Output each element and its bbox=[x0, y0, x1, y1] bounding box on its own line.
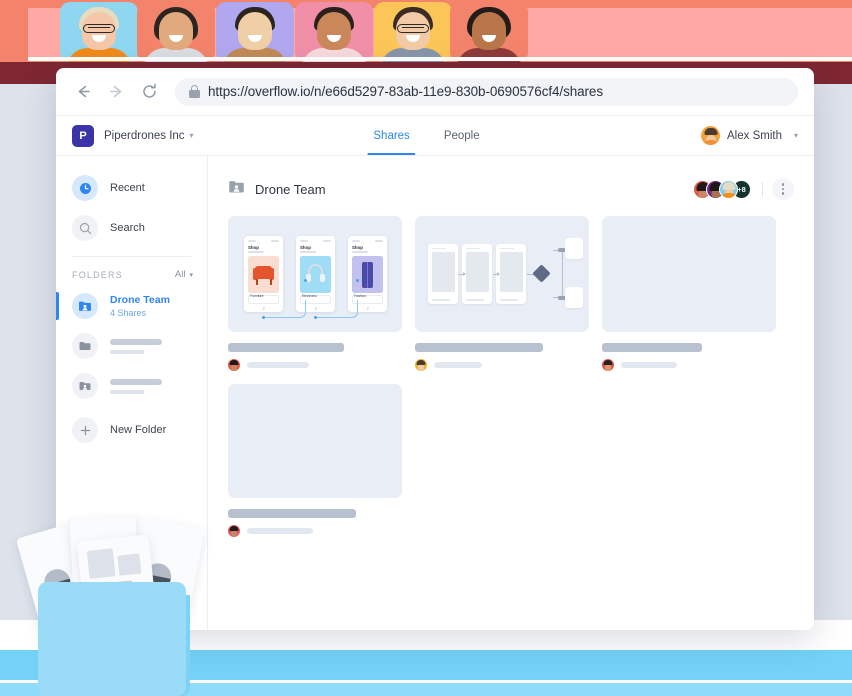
url-text: https://overflow.io/n/e66d5297-83ab-11e9… bbox=[208, 84, 603, 99]
workspace-badge[interactable]: P bbox=[72, 124, 94, 147]
share-title-placeholder bbox=[228, 509, 356, 518]
shop-screen-title: Shop bbox=[248, 245, 259, 250]
sidebar-item-search-label: Search bbox=[110, 222, 145, 234]
share-author-row bbox=[602, 359, 776, 371]
share-thumbnail-empty bbox=[228, 384, 402, 498]
sidebar-folder-texts: Drone Team 4 Shares bbox=[110, 293, 170, 320]
share-card[interactable] bbox=[415, 216, 589, 371]
share-author-row bbox=[228, 525, 402, 537]
search-icon bbox=[72, 215, 98, 241]
share-author-placeholder bbox=[247, 528, 313, 534]
banner-person bbox=[450, 2, 528, 62]
share-title-placeholder bbox=[415, 343, 543, 352]
page-title: Drone Team bbox=[255, 181, 326, 197]
forward-arrow-icon[interactable] bbox=[105, 81, 127, 103]
share-card[interactable]: Shop Furniture Shop Electronic Shop Fash… bbox=[228, 216, 402, 371]
content-header: Drone Team +8 bbox=[228, 172, 794, 206]
browser-toolbar: https://overflow.io/n/e66d5297-83ab-11e9… bbox=[56, 68, 814, 116]
members-avatar-group[interactable]: +8 bbox=[693, 179, 751, 199]
sidebar-folder-name: Drone Team bbox=[110, 293, 170, 306]
share-thumbnail-shop-flow: Shop Furniture Shop Electronic Shop Fash… bbox=[228, 216, 402, 332]
shares-grid: Shop Furniture Shop Electronic Shop Fash… bbox=[228, 216, 794, 537]
share-author-row bbox=[228, 359, 402, 371]
chevron-down-icon[interactable]: ▾ bbox=[190, 131, 194, 140]
sidebar-item-folder-placeholder[interactable] bbox=[56, 326, 207, 366]
share-author-placeholder bbox=[621, 362, 677, 368]
sidebar-folder-texts bbox=[110, 378, 162, 394]
avatar bbox=[602, 359, 614, 371]
glasses-icon bbox=[397, 24, 429, 33]
avatar bbox=[719, 179, 738, 199]
address-bar[interactable]: https://overflow.io/n/e66d5297-83ab-11e9… bbox=[175, 77, 798, 106]
folders-section-title: FOLDERS bbox=[72, 269, 123, 280]
sidebar-item-recent[interactable]: Recent bbox=[56, 168, 207, 208]
sidebar-folder-shares: 4 Shares bbox=[110, 307, 147, 318]
shared-folder-icon bbox=[72, 373, 98, 399]
content-area: Drone Team +8 Shop Furniture Shop Electr… bbox=[208, 156, 814, 630]
sidebar-item-folder-placeholder[interactable] bbox=[56, 366, 207, 406]
new-folder-label: New Folder bbox=[110, 424, 167, 436]
shared-folder-icon bbox=[228, 178, 245, 200]
user-name: Alex Smith bbox=[727, 129, 782, 142]
decision-node bbox=[532, 264, 551, 283]
folder-icon bbox=[72, 333, 98, 359]
share-card[interactable] bbox=[602, 216, 776, 371]
banner-person bbox=[137, 2, 215, 62]
back-arrow-icon[interactable] bbox=[72, 81, 94, 103]
screenshot-stage: https://overflow.io/n/e66d5297-83ab-11e9… bbox=[0, 0, 852, 696]
main-tabs: Shares People bbox=[367, 116, 480, 155]
share-author-placeholder bbox=[434, 362, 482, 368]
share-author-row bbox=[415, 359, 589, 371]
banner-person bbox=[216, 2, 294, 62]
glasses-icon bbox=[83, 24, 115, 33]
avatar bbox=[228, 359, 240, 371]
tab-people[interactable]: People bbox=[444, 116, 480, 155]
banner-person bbox=[295, 2, 373, 62]
shop-screen-title: Shop bbox=[300, 245, 311, 250]
sidebar-item-recent-label: Recent bbox=[110, 182, 145, 194]
shop-screen-button: Electronic bbox=[302, 294, 317, 298]
sidebar-item-search[interactable]: Search bbox=[56, 208, 207, 248]
banner-people-strip bbox=[0, 0, 852, 62]
share-thumbnail-wireframe-flow bbox=[415, 216, 589, 332]
shop-screen-button: Furniture bbox=[250, 294, 264, 298]
share-card[interactable] bbox=[228, 384, 402, 537]
lock-icon bbox=[189, 85, 200, 98]
app-topbar: P Piperdrones Inc ▾ Shares People Alex S… bbox=[56, 116, 814, 156]
shared-folder-icon bbox=[72, 293, 98, 319]
share-author-placeholder bbox=[247, 362, 309, 368]
avatar bbox=[701, 126, 721, 145]
new-folder-button[interactable]: New Folder bbox=[56, 410, 207, 450]
avatar bbox=[415, 359, 427, 371]
sidebar-divider bbox=[72, 256, 191, 257]
folders-section-header: FOLDERS All ▾ bbox=[56, 261, 207, 286]
tab-people-label: People bbox=[443, 129, 480, 142]
banner-person bbox=[60, 2, 138, 62]
shop-screen-button: Fashion bbox=[354, 294, 367, 298]
clock-icon bbox=[72, 175, 98, 201]
banner-white-rule bbox=[28, 57, 852, 61]
sidebar-folder-texts bbox=[110, 338, 162, 354]
shop-screen-title: Shop bbox=[352, 245, 363, 250]
sidebar-item-drone-team[interactable]: Drone Team 4 Shares bbox=[56, 286, 207, 326]
chevron-down-icon: ▾ bbox=[189, 271, 193, 279]
share-title-placeholder bbox=[602, 343, 702, 352]
kebab-menu-icon[interactable] bbox=[772, 178, 794, 200]
share-thumbnail-empty bbox=[602, 216, 776, 332]
plus-icon bbox=[72, 417, 98, 443]
decorative-pocket bbox=[38, 582, 186, 696]
tab-shares-label: Shares bbox=[373, 129, 410, 142]
tab-shares[interactable]: Shares bbox=[367, 116, 417, 155]
folders-filter-dropdown[interactable]: All ▾ bbox=[175, 269, 193, 280]
banner-person bbox=[374, 2, 452, 62]
user-menu[interactable]: Alex Smith ▾ bbox=[701, 126, 798, 145]
share-title-placeholder bbox=[228, 343, 344, 352]
reload-icon[interactable] bbox=[138, 81, 160, 103]
workspace-name[interactable]: Piperdrones Inc bbox=[104, 130, 185, 142]
chevron-down-icon[interactable]: ▾ bbox=[794, 131, 798, 140]
folders-filter-label: All bbox=[174, 269, 186, 280]
header-divider bbox=[762, 181, 763, 197]
